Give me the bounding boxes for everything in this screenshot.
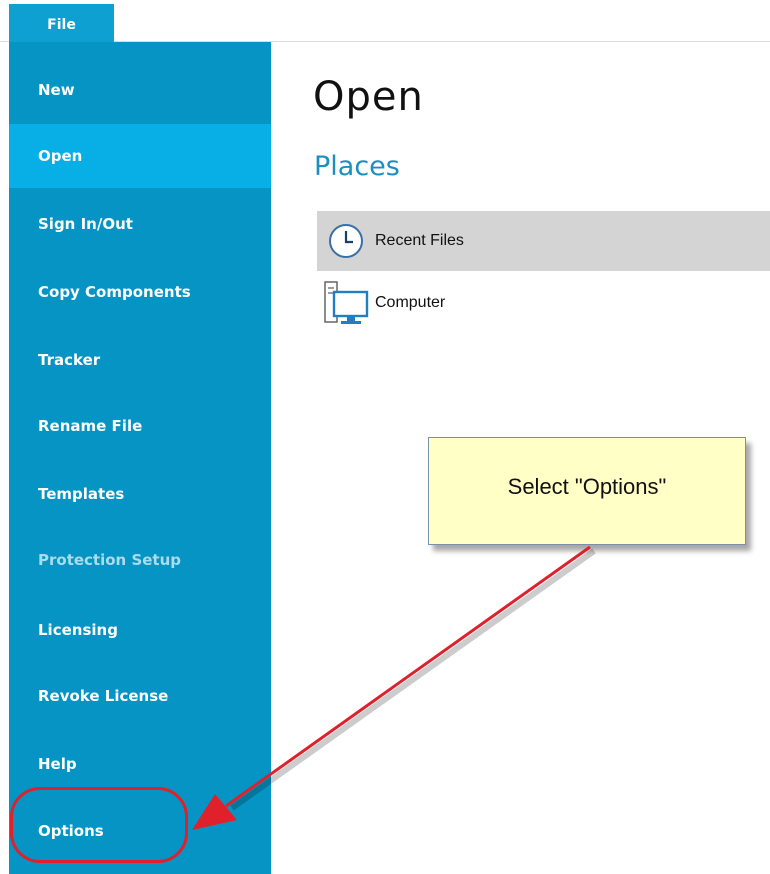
pointer-arrow xyxy=(192,545,596,830)
options-highlight-ring xyxy=(10,787,188,863)
